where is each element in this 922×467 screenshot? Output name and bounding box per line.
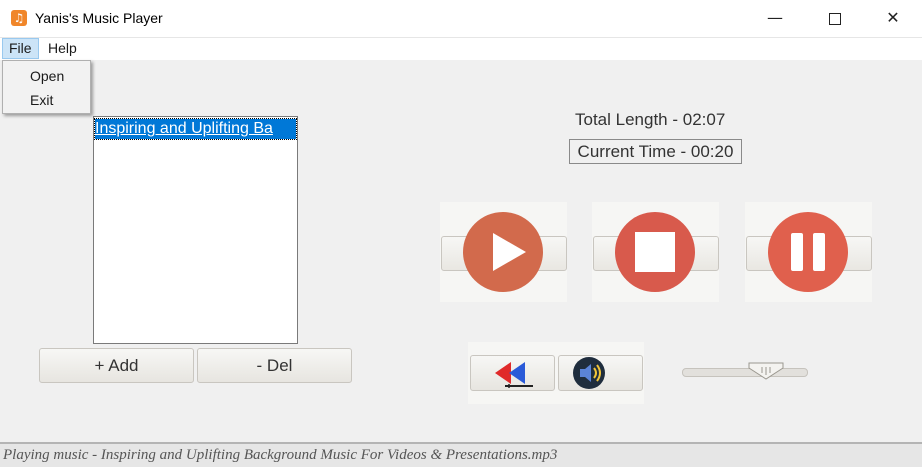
- status-text: Playing music - Inspiring and Uplifting …: [3, 447, 558, 463]
- pause-button[interactable]: [745, 202, 872, 302]
- music-note-icon: ♫: [11, 10, 27, 26]
- volume-slider-thumb[interactable]: [748, 362, 784, 380]
- menu-item-exit[interactable]: Exit: [30, 92, 53, 108]
- menu-bar: File Help: [0, 38, 922, 60]
- play-triangle: [493, 233, 526, 271]
- pause-icon: [768, 212, 848, 292]
- volume-button[interactable]: [558, 355, 643, 391]
- menu-file[interactable]: File: [2, 38, 39, 59]
- total-length-label: Total Length - 02:07: [575, 110, 726, 129]
- playlist-item[interactable]: Inspiring and Uplifting Ba: [94, 118, 297, 140]
- maximize-icon: [829, 12, 841, 25]
- close-button[interactable]: ✕: [870, 0, 916, 36]
- secondary-controls: [468, 342, 644, 404]
- menu-item-open[interactable]: Open: [30, 68, 64, 84]
- window-title: Yanis's Music Player: [35, 10, 163, 26]
- volume-icon: [573, 357, 605, 389]
- menu-help[interactable]: Help: [42, 38, 83, 59]
- title-bar: ♫ Yanis's Music Player — ✕: [0, 0, 922, 38]
- rewind-icon: [495, 362, 533, 388]
- stop-button[interactable]: [592, 202, 719, 302]
- minimize-button[interactable]: —: [752, 0, 798, 36]
- maximize-button[interactable]: [812, 0, 858, 36]
- play-button[interactable]: [440, 202, 567, 302]
- add-button[interactable]: + Add: [39, 348, 194, 383]
- stop-icon: [615, 212, 695, 292]
- volume-slider-track[interactable]: [682, 368, 808, 377]
- playlist-box[interactable]: Inspiring and Uplifting Ba: [93, 116, 298, 344]
- play-icon: [463, 212, 543, 292]
- pause-bar-left: [791, 233, 803, 271]
- delete-button[interactable]: - Del: [197, 348, 352, 383]
- stop-square: [635, 232, 675, 272]
- pause-bar-right: [813, 233, 825, 271]
- file-menu-dropdown: Open Exit: [2, 60, 91, 114]
- rewind-button[interactable]: [470, 355, 555, 391]
- current-time-label: Current Time - 00:20: [569, 139, 742, 164]
- status-bar: Playing music - Inspiring and Uplifting …: [0, 442, 922, 467]
